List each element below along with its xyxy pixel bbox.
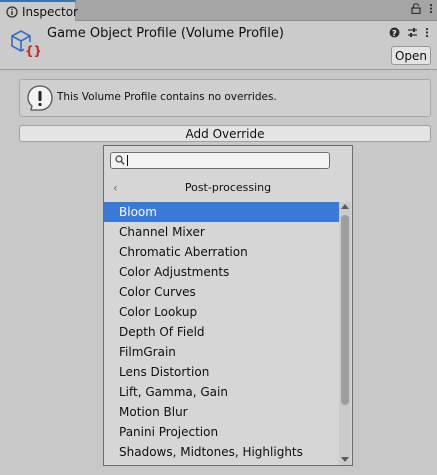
list-item[interactable]: Color Adjustments bbox=[104, 262, 340, 282]
search-icon bbox=[115, 155, 125, 166]
list-item[interactable]: Chromatic Aberration bbox=[104, 242, 340, 262]
scroll-up-arrow-icon[interactable] bbox=[341, 204, 349, 209]
list-item[interactable]: FilmGrain bbox=[104, 342, 340, 362]
scroll-thumb[interactable] bbox=[341, 215, 349, 405]
tab-bar: Inspector bbox=[0, 0, 437, 21]
dropdown-section-header: ‹ Post-processing bbox=[104, 176, 352, 198]
search-input[interactable] bbox=[110, 152, 330, 169]
volume-profile-icon: {} bbox=[10, 28, 42, 58]
tab-inspector[interactable]: Inspector bbox=[0, 0, 78, 21]
add-override-dropdown: ‹ Post-processing Bloom Channel Mixer Chro… bbox=[103, 145, 353, 466]
svg-text:{}: {} bbox=[25, 44, 40, 58]
help-text: This Volume Profile contains no override… bbox=[57, 91, 277, 103]
list-item[interactable]: Bloom bbox=[104, 202, 340, 222]
presets-icon[interactable] bbox=[407, 27, 418, 41]
add-override-button[interactable]: Add Override bbox=[19, 125, 431, 142]
list-item[interactable]: Lift, Gamma, Gain bbox=[104, 382, 340, 402]
kebab-menu-icon[interactable] bbox=[429, 3, 433, 17]
scroll-down-arrow-icon[interactable] bbox=[341, 457, 349, 462]
override-list: Bloom Channel Mixer Chromatic Aberration Co… bbox=[104, 202, 340, 462]
list-item[interactable]: Color Lookup bbox=[104, 302, 340, 322]
list-item[interactable]: Channel Mixer bbox=[104, 222, 340, 242]
list-item[interactable]: Motion Blur bbox=[104, 402, 340, 422]
help-icon[interactable]: ? bbox=[389, 27, 400, 41]
list-item[interactable]: Lens Distortion bbox=[104, 362, 340, 382]
info-icon bbox=[6, 5, 18, 19]
open-button[interactable]: Open bbox=[391, 46, 431, 65]
help-box: This Volume Profile contains no override… bbox=[19, 79, 431, 117]
list-item[interactable]: Color Curves bbox=[104, 282, 340, 302]
list-item[interactable]: Panini Projection bbox=[104, 422, 340, 442]
warning-icon bbox=[25, 83, 55, 113]
text-caret bbox=[127, 155, 128, 166]
tab-label: Inspector bbox=[22, 4, 78, 19]
dropdown-scrollbar[interactable] bbox=[339, 202, 351, 465]
page-title: Game Object Profile (Volume Profile) bbox=[47, 26, 284, 41]
list-item[interactable]: Shadows, Midtones, Highlights bbox=[104, 442, 340, 462]
section-title: Post-processing bbox=[184, 181, 272, 194]
inspector-header: {} Game Object Profile (Volume Profile) … bbox=[0, 21, 437, 70]
svg-text:?: ? bbox=[392, 29, 397, 38]
lock-icon[interactable] bbox=[411, 3, 421, 17]
kebab-menu-icon[interactable] bbox=[425, 27, 429, 41]
list-item[interactable]: Depth Of Field bbox=[104, 322, 340, 342]
